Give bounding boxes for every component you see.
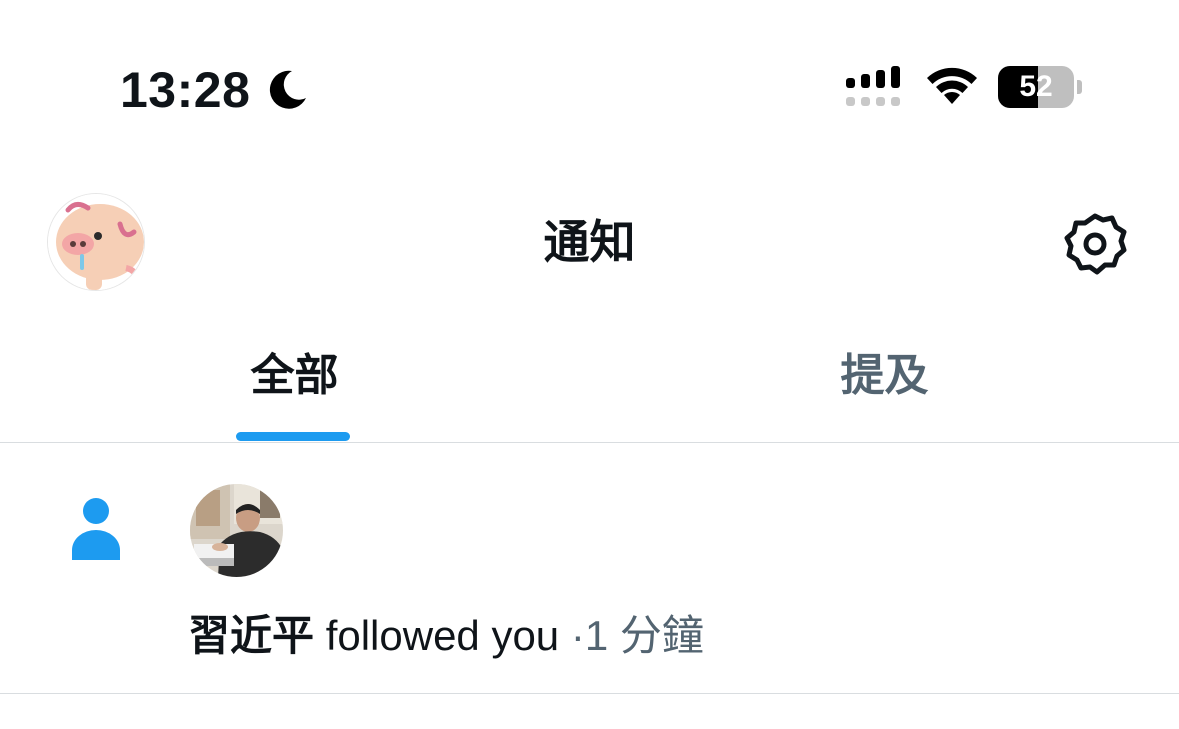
notification-action: followed you [325, 612, 560, 659]
status-bar: 13:28 52 [0, 0, 1179, 150]
person-icon [72, 498, 120, 560]
battery-body: 52 [998, 66, 1074, 108]
follower-avatar[interactable] [190, 484, 283, 577]
notification-separator: · [570, 612, 585, 659]
status-time: 13:28 [120, 62, 251, 118]
cellular-signal-icon [846, 66, 900, 106]
tab-mentions[interactable]: 提及 [590, 330, 1179, 441]
tab-all[interactable]: 全部 [0, 330, 589, 441]
gear-icon[interactable] [1060, 210, 1130, 280]
wifi-icon [927, 67, 977, 104]
page-title: 通知 [543, 216, 636, 268]
follower-photo [190, 484, 283, 577]
active-tab-indicator [236, 432, 350, 441]
notification-text: 習近平 followed you ·1 分鐘 [188, 608, 704, 664]
battery-cap [1077, 80, 1082, 94]
tab-mentions-label: 提及 [840, 351, 929, 400]
battery-indicator: 52 [998, 66, 1084, 110]
notifications-screen: 13:28 52 通知 全部 提及 習近平 followed you ·1 分鐘 [0, 0, 1179, 729]
tab-bar: 全部 提及 [0, 330, 1179, 443]
moon-icon [269, 70, 306, 109]
tab-all-label: 全部 [250, 351, 339, 400]
header: 通知 [0, 180, 1179, 310]
notification-time: 1 分鐘 [584, 612, 704, 659]
battery-level: 52 [1019, 70, 1053, 103]
notification-item[interactable]: 習近平 followed you ·1 分鐘 [0, 442, 1179, 694]
follower-name[interactable]: 習近平 [188, 612, 314, 659]
